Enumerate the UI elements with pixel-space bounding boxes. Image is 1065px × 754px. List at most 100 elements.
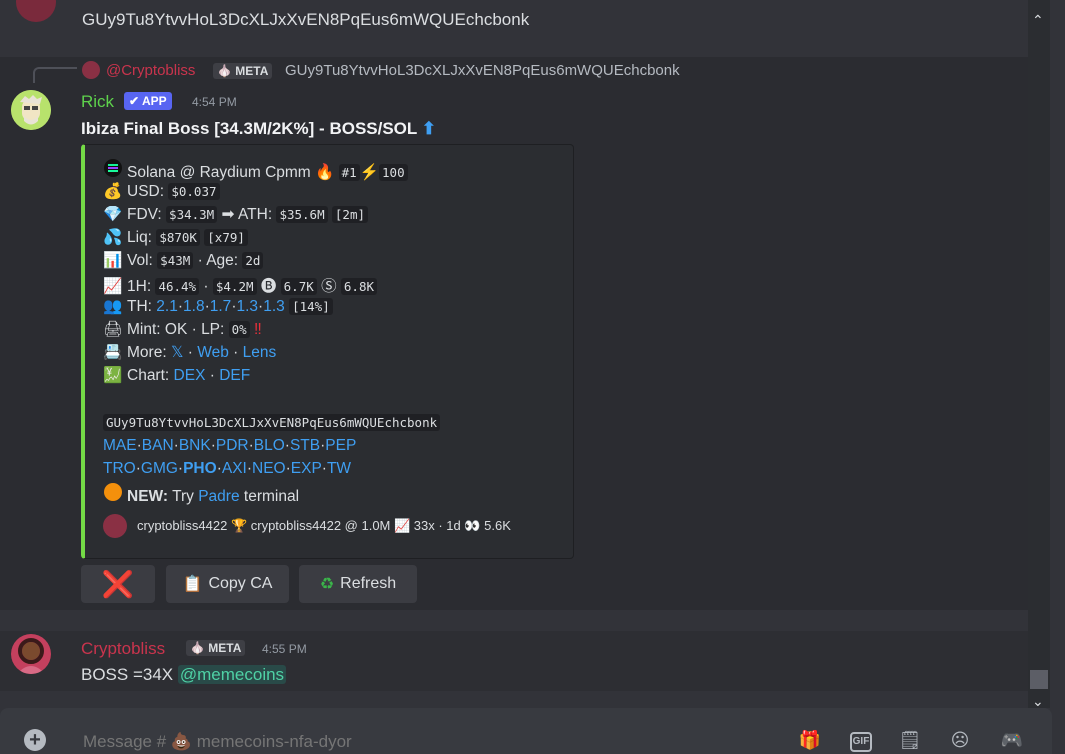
bar-chart-icon: 📊 xyxy=(103,252,123,269)
bot-links-row1: MAE·BAN·BNK·PDR·BLO·STB·PEP xyxy=(103,437,357,454)
th-link[interactable]: 1.3 xyxy=(236,298,258,315)
orange-circle-icon xyxy=(103,483,123,506)
bot-link[interactable]: TW xyxy=(327,460,351,477)
message-input[interactable] xyxy=(81,731,785,753)
message-composer: + 🎁 GIF 🗒 ☹ 🎮 xyxy=(0,708,1052,754)
rick-avatar-icon xyxy=(11,90,51,130)
bot-link[interactable]: PEP xyxy=(325,437,356,454)
reply-meta-tag: 🧄 META xyxy=(213,63,273,79)
dismiss-button[interactable]: ❌ xyxy=(81,565,155,603)
bot-link[interactable]: BAN xyxy=(142,437,174,454)
bot-link[interactable]: AXI xyxy=(222,460,247,477)
th-link[interactable]: 2.1 xyxy=(156,298,178,315)
meta-tag: 🧄 META xyxy=(186,640,246,656)
bot-link[interactable]: STB xyxy=(290,437,320,454)
message-text: GUy9Tu8YtvvHoL3DcXLJxXvEN8PqEus6mWQUEchc… xyxy=(82,10,530,29)
refresh-button[interactable]: ♻ Refresh xyxy=(299,565,417,603)
channel-mention[interactable]: @memecoins xyxy=(177,665,287,684)
holders-icon: 👥 xyxy=(103,298,123,315)
lens-link[interactable]: Lens xyxy=(243,344,277,361)
reply-connector xyxy=(33,67,77,83)
bot-link[interactable]: BNK xyxy=(179,437,211,454)
scrollbar-thumb[interactable] xyxy=(1030,670,1048,689)
embed-line-usd: 💰 USD: $0.037 xyxy=(103,182,220,201)
copy-ca-button[interactable]: 📋 Copy CA xyxy=(166,565,289,603)
embed-line-chart: 💹 Chart: DEX · DEF xyxy=(103,367,251,384)
message-previous: GUy9Tu8YtvvHoL3DcXLJxXvEN8PqEus6mWQUEchc… xyxy=(0,0,1030,42)
dex-link[interactable]: DEX xyxy=(174,367,206,384)
x-link[interactable]: 𝕏 xyxy=(171,344,184,361)
recycle-icon: ♻ xyxy=(319,576,335,593)
message-title: Ibiza Final Boss [34.3M/2K%] - BOSS/SOL … xyxy=(81,119,436,138)
sticker-icon[interactable]: 🗒 xyxy=(898,728,922,752)
buy-icon: 🅑 xyxy=(260,278,277,295)
bot-link[interactable]: NEO xyxy=(252,460,286,477)
arrow-up-icon: ⬆ xyxy=(421,119,436,138)
emoji-icon[interactable]: ☹ xyxy=(948,728,972,752)
web-link[interactable]: Web xyxy=(197,344,229,361)
game-icon[interactable]: 🎮 xyxy=(1000,728,1024,752)
money-bag-icon: 💰 xyxy=(103,183,123,200)
embed-line-dex: Solana @ Raydium Cpmm 🔥 #1 ⚡ 100 xyxy=(103,159,408,182)
bot-link[interactable]: PDR xyxy=(216,437,249,454)
embed-line-th: 👥 TH: 2.1·1.8·1.7·1.3·1.3 [14%] xyxy=(103,297,333,316)
bot-link[interactable]: PHO xyxy=(183,460,217,477)
embed-line-liq: 💦 Liq: $870K [x79] xyxy=(103,228,248,247)
reply-avatar[interactable] xyxy=(82,61,100,79)
timestamp: 4:54 PM xyxy=(192,95,237,109)
bot-link[interactable]: TRO xyxy=(103,460,136,477)
cash-register-icon: 📇 xyxy=(103,344,123,361)
embed-line-more: 📇 More: 𝕏 · Web · Lens xyxy=(103,344,277,361)
lightning-icon: ⚡ xyxy=(359,164,380,181)
token-embed: Solana @ Raydium Cpmm 🔥 #1 ⚡ 100 💰 USD: $0.… xyxy=(81,144,574,559)
reply-text[interactable]: GUy9Tu8YtvvHoL3DcXLJxXvEN8PqEus6mWQUEchc… xyxy=(285,62,680,79)
padre-link[interactable]: Padre xyxy=(198,488,239,505)
avatar[interactable] xyxy=(11,634,51,674)
timestamp: 4:55 PM xyxy=(262,642,307,656)
yen-chart-icon: 💹 xyxy=(103,367,123,384)
arrow-right-icon: ➡ xyxy=(221,206,235,223)
scrollbar-track[interactable] xyxy=(1028,0,1050,708)
message-cryptobliss: Cryptobliss 🧄 META 4:55 PM BOSS =34X @me… xyxy=(0,631,1030,691)
def-link[interactable]: DEF xyxy=(219,367,250,384)
message-rick: @Cryptobliss 🧄 META GUy9Tu8YtvvHoL3DcXLJ… xyxy=(0,57,1030,610)
cross-icon: ❌ xyxy=(101,568,135,599)
warning-icon: ‼ xyxy=(254,321,262,338)
embed-footer: cryptobliss4422 🏆 cryptobliss4422 @ 1.0M… xyxy=(137,518,511,533)
embed-line-fdv: 💎 FDV: $34.3M ➡ ATH: $35.6M [2m] xyxy=(103,205,369,224)
sell-icon: Ⓢ xyxy=(321,278,337,295)
fire-icon: 🔥 xyxy=(315,164,335,181)
embed-line-vol: 📊 Vol: $43M · Age: 2d xyxy=(103,251,264,270)
bot-link[interactable]: GMG xyxy=(141,460,178,477)
reply-username[interactable]: @Cryptobliss xyxy=(106,62,195,79)
embed-line-mint: 🖨 Mint: OK · LP: 0% ‼ xyxy=(103,321,262,338)
bot-links-row2: TRO·GMG·PHO·AXI·NEO·EXP·TW xyxy=(103,460,352,477)
author-name[interactable]: Cryptobliss xyxy=(81,639,165,659)
embed-line-news: NEW: Try Padre terminal xyxy=(103,483,299,506)
bot-link[interactable]: MAE xyxy=(103,437,137,454)
printer-icon: 🖨 xyxy=(103,321,123,338)
contract-address[interactable]: GUy9Tu8YtvvHoL3DcXLJxXvEN8PqEus6mWQUEchc… xyxy=(103,414,441,432)
gift-icon[interactable]: 🎁 xyxy=(798,728,822,752)
solana-icon xyxy=(103,159,123,182)
add-icon[interactable]: + xyxy=(24,729,46,751)
th-link[interactable]: 1.3 xyxy=(263,298,285,315)
embed-line-1h: 📈 1H: 46.4% · $4.2M 🅑 6.7K Ⓢ 6.8K xyxy=(103,274,378,296)
gif-icon[interactable]: GIF xyxy=(850,732,872,752)
th-link[interactable]: 1.7 xyxy=(210,298,232,315)
footer-avatar xyxy=(103,514,127,538)
author-name[interactable]: Rick xyxy=(81,92,114,112)
droplets-icon: 💦 xyxy=(103,229,123,246)
gem-icon: 💎 xyxy=(103,206,123,223)
bot-link[interactable]: BLO xyxy=(254,437,285,454)
avatar[interactable] xyxy=(16,0,56,22)
cryptobliss-avatar-icon xyxy=(11,634,51,674)
bot-link[interactable]: EXP xyxy=(291,460,322,477)
th-link[interactable]: 1.8 xyxy=(183,298,205,315)
avatar[interactable] xyxy=(11,90,51,130)
scroll-up-icon[interactable]: ⌃ xyxy=(1032,12,1044,29)
message-text: BOSS =34X @memecoins xyxy=(81,665,287,684)
clipboard-icon: 📋 xyxy=(182,576,203,593)
chart-up-icon: 📈 xyxy=(103,278,123,295)
app-badge: ✔ APP xyxy=(124,92,172,110)
